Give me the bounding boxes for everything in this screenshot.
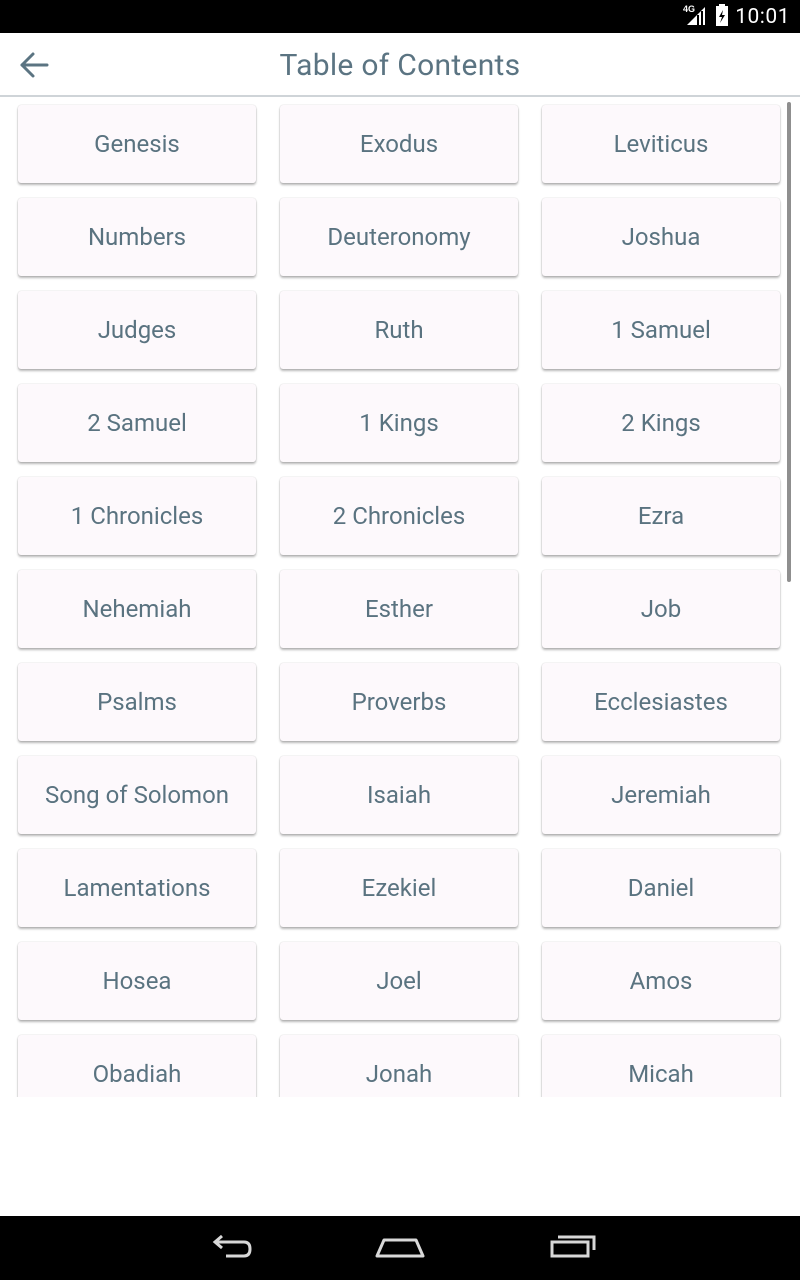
book-button[interactable]: Ezekiel bbox=[280, 849, 518, 927]
book-button[interactable]: Nehemiah bbox=[18, 570, 256, 648]
book-button[interactable]: 1 Kings bbox=[280, 384, 518, 462]
nav-back-icon bbox=[206, 1232, 254, 1264]
book-button[interactable]: Jeremiah bbox=[542, 756, 780, 834]
signal-icon: 4G bbox=[683, 3, 709, 31]
book-button[interactable]: 1 Chronicles bbox=[18, 477, 256, 555]
book-button[interactable]: Lamentations bbox=[18, 849, 256, 927]
book-list[interactable]: Genesis Exodus Leviticus Numbers Deuteronomy… bbox=[0, 97, 800, 1097]
battery-icon bbox=[715, 3, 729, 31]
nav-recents-button[interactable] bbox=[542, 1228, 602, 1268]
book-button[interactable]: Song of Solomon bbox=[18, 756, 256, 834]
book-button[interactable]: 2 Kings bbox=[542, 384, 780, 462]
page-title: Table of Contents bbox=[279, 48, 521, 83]
status-icons: 4G 10:01 bbox=[683, 0, 790, 33]
book-button[interactable]: Ezra bbox=[542, 477, 780, 555]
book-button[interactable]: Isaiah bbox=[280, 756, 518, 834]
book-button[interactable]: Ecclesiastes bbox=[542, 663, 780, 741]
app-bar: Table of Contents bbox=[0, 33, 800, 97]
status-bar: 4G 10:01 bbox=[0, 0, 800, 33]
nav-home-icon bbox=[374, 1232, 426, 1264]
system-nav-bar bbox=[0, 1216, 800, 1280]
book-button[interactable]: Obadiah bbox=[18, 1035, 256, 1097]
book-button[interactable]: Amos bbox=[542, 942, 780, 1020]
book-button[interactable]: Psalms bbox=[18, 663, 256, 741]
nav-home-button[interactable] bbox=[370, 1228, 430, 1268]
book-button[interactable]: Jonah bbox=[280, 1035, 518, 1097]
book-button[interactable]: 2 Samuel bbox=[18, 384, 256, 462]
status-time: 10:01 bbox=[735, 4, 790, 29]
svg-text:4G: 4G bbox=[683, 4, 695, 14]
book-button[interactable]: Genesis bbox=[18, 105, 256, 183]
scrollbar[interactable] bbox=[787, 102, 791, 582]
book-button[interactable]: Proverbs bbox=[280, 663, 518, 741]
nav-recents-icon bbox=[548, 1232, 596, 1264]
book-button[interactable]: Exodus bbox=[280, 105, 518, 183]
nav-back-button[interactable] bbox=[200, 1228, 260, 1268]
book-button[interactable]: 1 Samuel bbox=[542, 291, 780, 369]
book-button[interactable]: Micah bbox=[542, 1035, 780, 1097]
book-button[interactable]: Deuteronomy bbox=[280, 198, 518, 276]
book-button[interactable]: Judges bbox=[18, 291, 256, 369]
book-button[interactable]: Numbers bbox=[18, 198, 256, 276]
book-button[interactable]: Ruth bbox=[280, 291, 518, 369]
book-button[interactable]: Leviticus bbox=[542, 105, 780, 183]
book-button[interactable]: 2 Chronicles bbox=[280, 477, 518, 555]
book-button[interactable]: Esther bbox=[280, 570, 518, 648]
book-button[interactable]: Joel bbox=[280, 942, 518, 1020]
book-grid: Genesis Exodus Leviticus Numbers Deuteronomy… bbox=[18, 105, 781, 1097]
book-button[interactable]: Daniel bbox=[542, 849, 780, 927]
book-button[interactable]: Job bbox=[542, 570, 780, 648]
book-button[interactable]: Joshua bbox=[542, 198, 780, 276]
book-button[interactable]: Hosea bbox=[18, 942, 256, 1020]
